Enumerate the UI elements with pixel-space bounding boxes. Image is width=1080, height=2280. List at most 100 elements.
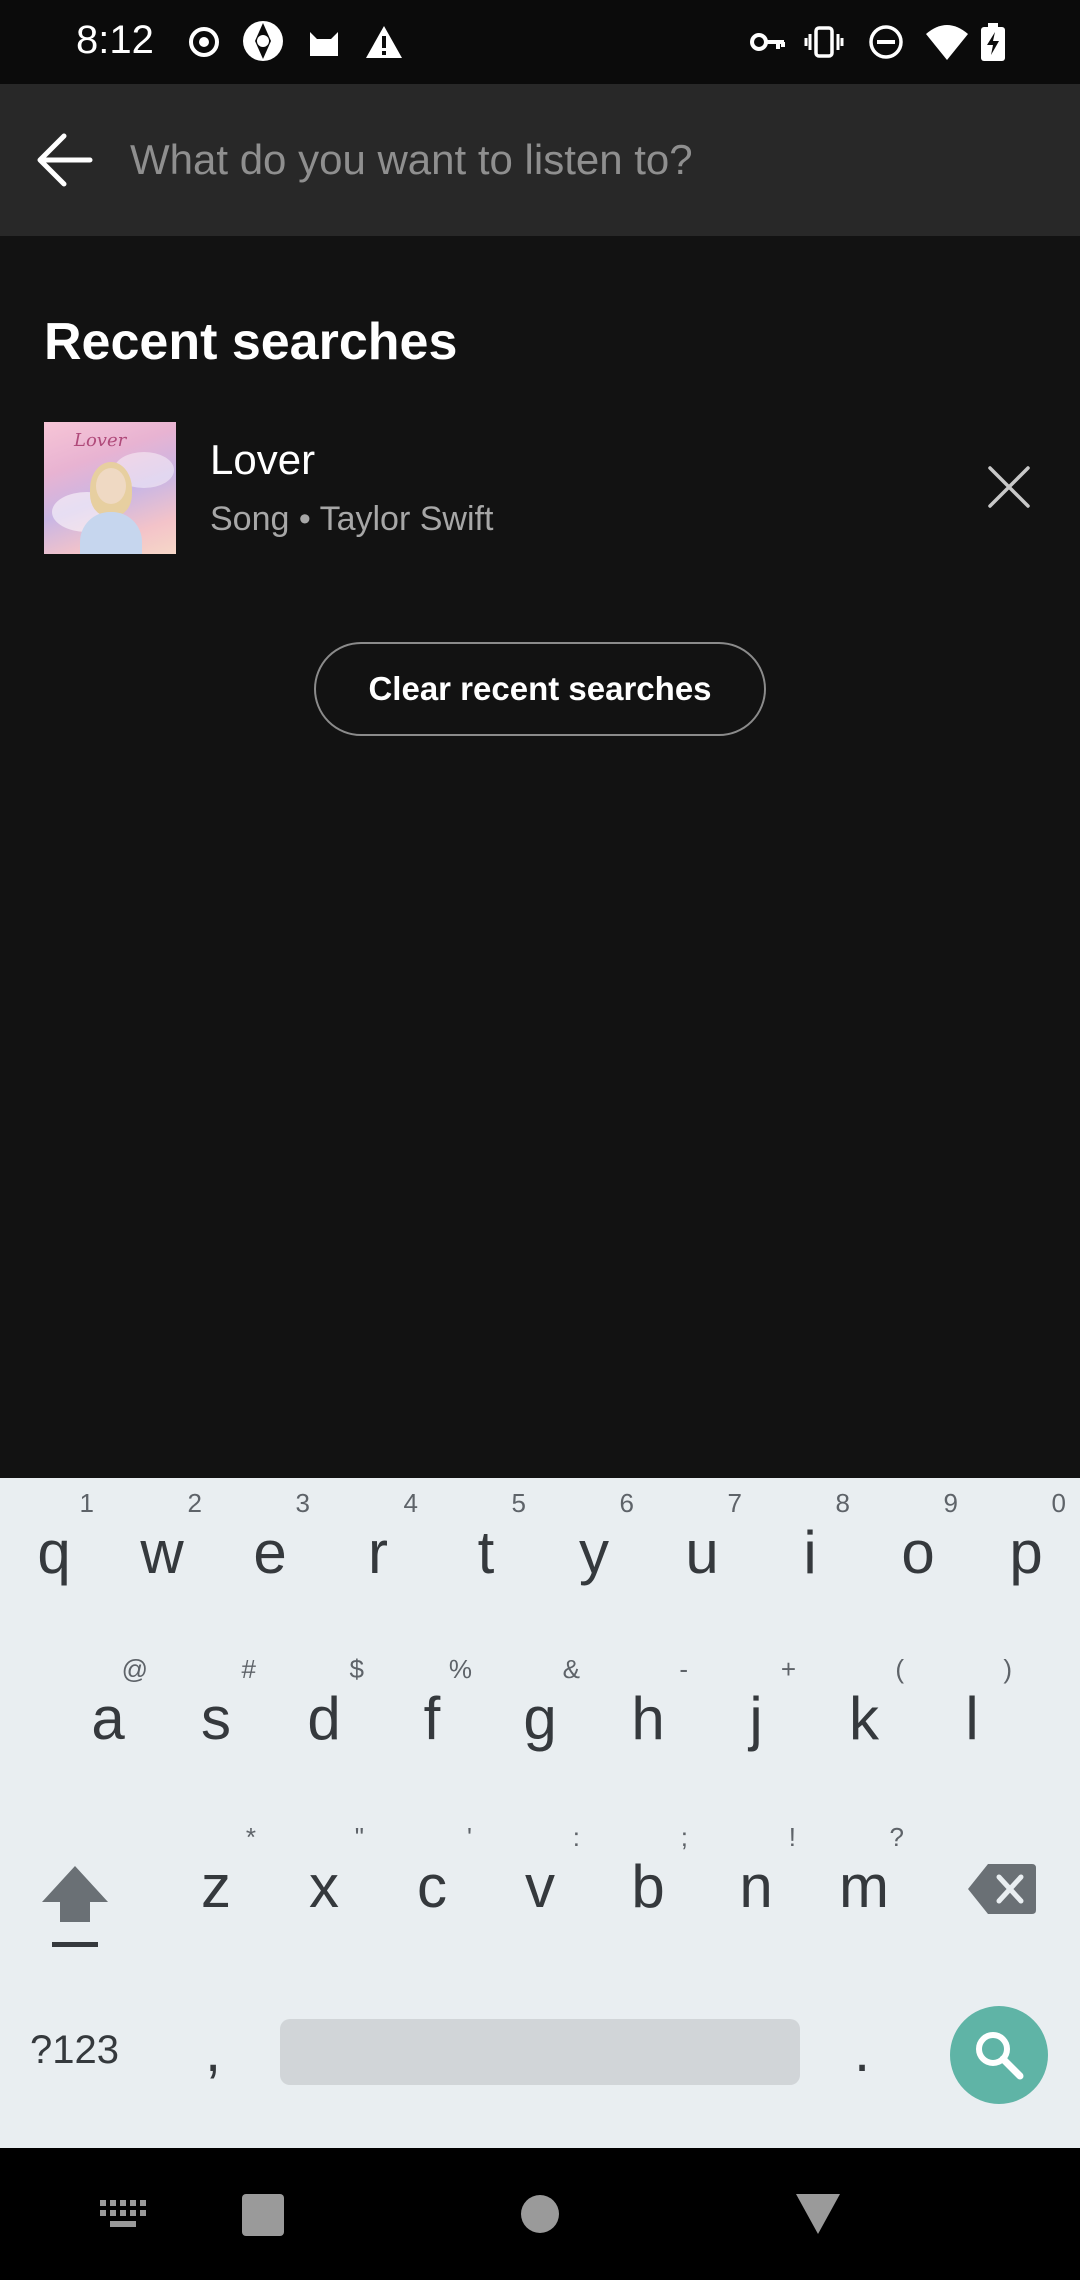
recent-item-title: Lover: [210, 436, 316, 483]
key-hint: 3: [295, 1488, 310, 1518]
recent-search-item[interactable]: Lover Lover Song • Taylor Swift: [0, 420, 1080, 556]
key-v[interactable]: :v: [490, 1812, 590, 1952]
arrow-left-icon: [37, 133, 93, 187]
navigation-bar: [0, 2148, 1080, 2280]
back-button[interactable]: [34, 124, 96, 196]
key-y[interactable]: 6y: [544, 1478, 644, 1618]
status-time: 8:12: [76, 18, 154, 62]
recents-button[interactable]: [242, 2194, 284, 2236]
key-hint: 8: [835, 1488, 850, 1518]
key-u[interactable]: 7u: [652, 1478, 752, 1618]
key-label: y: [579, 1519, 609, 1586]
clear-recent-searches-button[interactable]: Clear recent searches: [314, 642, 766, 736]
period-key[interactable]: .: [854, 2018, 870, 2085]
key-hint: 6: [619, 1488, 634, 1518]
record-icon: [184, 22, 224, 62]
shift-key[interactable]: [38, 1858, 112, 1948]
key-hint: ): [1003, 1654, 1012, 1684]
key-t[interactable]: 5t: [436, 1478, 536, 1618]
home-button[interactable]: [520, 2194, 560, 2234]
key-hint: ': [467, 1822, 472, 1852]
key-i[interactable]: 8i: [760, 1478, 860, 1618]
key-w[interactable]: 2w: [112, 1478, 212, 1618]
key-r[interactable]: 4r: [328, 1478, 428, 1618]
close-icon: [988, 466, 1030, 508]
search-input[interactable]: [130, 126, 1030, 194]
key-hint: 5: [511, 1488, 526, 1518]
key-hint: ": [354, 1822, 364, 1852]
key-hint: ;: [680, 1822, 688, 1852]
key-label: b: [631, 1853, 665, 1920]
recents-icon: [242, 2194, 284, 2236]
cat-icon: [304, 22, 344, 62]
key-hint: #: [241, 1654, 256, 1684]
key-b[interactable]: ; b: [598, 1812, 698, 1952]
key-l[interactable]: ) l: [922, 1644, 1022, 1784]
search-icon: [976, 2032, 1024, 2080]
home-icon: [521, 2195, 559, 2233]
key-label: n: [739, 1853, 773, 1920]
remove-recent-button[interactable]: [984, 462, 1034, 512]
key-d[interactable]: $ d: [274, 1644, 374, 1784]
key-j[interactable]: + j: [706, 1644, 806, 1784]
key-x[interactable]: " x: [274, 1812, 374, 1952]
key-hint: 2: [187, 1488, 202, 1518]
key-hint: +: [780, 1654, 796, 1684]
backspace-key[interactable]: [966, 1860, 1038, 1918]
key-h[interactable]: -h: [598, 1644, 698, 1784]
key-f[interactable]: % f: [382, 1644, 482, 1784]
do-not-disturb-icon: [866, 22, 906, 62]
key-label: d: [307, 1685, 341, 1752]
key-e[interactable]: 3e: [220, 1478, 320, 1618]
status-bar: 8:12: [0, 0, 1080, 84]
key-hint: 0: [1051, 1488, 1066, 1518]
key-label: u: [685, 1519, 719, 1586]
album-art-script: Lover: [74, 430, 127, 451]
key-k[interactable]: (k: [814, 1644, 914, 1784]
key-p[interactable]: 0p: [976, 1478, 1076, 1618]
key-label: e: [253, 1519, 287, 1586]
key-label: c: [417, 1853, 447, 1920]
key-a[interactable]: @ a: [58, 1644, 158, 1784]
key-c[interactable]: ' c: [382, 1812, 482, 1952]
recent-item-subtitle: Song • Taylor Swift: [210, 500, 494, 538]
key-n[interactable]: ! n: [706, 1812, 806, 1952]
key-hint: &: [562, 1654, 580, 1684]
key-hint: $: [349, 1654, 364, 1684]
key-label: g: [523, 1685, 557, 1752]
key-label: r: [368, 1519, 388, 1586]
warning-icon: [364, 22, 404, 62]
key-hint: 9: [943, 1488, 958, 1518]
key-hint: 4: [403, 1488, 418, 1518]
key-m[interactable]: ? m: [814, 1812, 914, 1952]
key-label: p: [1009, 1519, 1043, 1586]
nav-back-button[interactable]: [796, 2194, 840, 2234]
key-q[interactable]: 1q: [4, 1478, 104, 1618]
key-label: w: [140, 1519, 184, 1586]
album-art: Lover: [44, 422, 176, 554]
keyboard-icon: [100, 2200, 146, 2227]
key-hint: (: [895, 1654, 904, 1684]
key-label: t: [477, 1519, 495, 1586]
keyboard: 1q2w3e4r5t6y7u8i9o0p @ a # s $ d% f & g - h + j(k) l …: [0, 1478, 1080, 2148]
key-label: o: [901, 1519, 935, 1586]
symbols-key[interactable]: ?123: [30, 2028, 119, 2073]
key-g[interactable]: & g: [490, 1644, 590, 1784]
key-z[interactable]: * z: [166, 1812, 266, 1952]
search-key[interactable]: [950, 2006, 1048, 2104]
key-hint: *: [245, 1822, 256, 1852]
comma-key[interactable]: ,: [205, 2018, 221, 2085]
key-label: j: [749, 1685, 763, 1752]
battery-charging-icon: [978, 22, 1008, 62]
aperture-icon: [240, 18, 286, 64]
key-label: a: [91, 1685, 125, 1752]
search-header: [0, 84, 1080, 236]
key-hint: 7: [727, 1488, 742, 1518]
keyboard-switch-button[interactable]: [100, 2200, 146, 2230]
key-hint: 1: [79, 1488, 94, 1518]
key-label: z: [201, 1853, 231, 1920]
key-o[interactable]: 9o: [868, 1478, 968, 1618]
key-label: v: [525, 1853, 555, 1920]
key-s[interactable]: # s: [166, 1644, 266, 1784]
space-key[interactable]: [280, 2019, 800, 2085]
